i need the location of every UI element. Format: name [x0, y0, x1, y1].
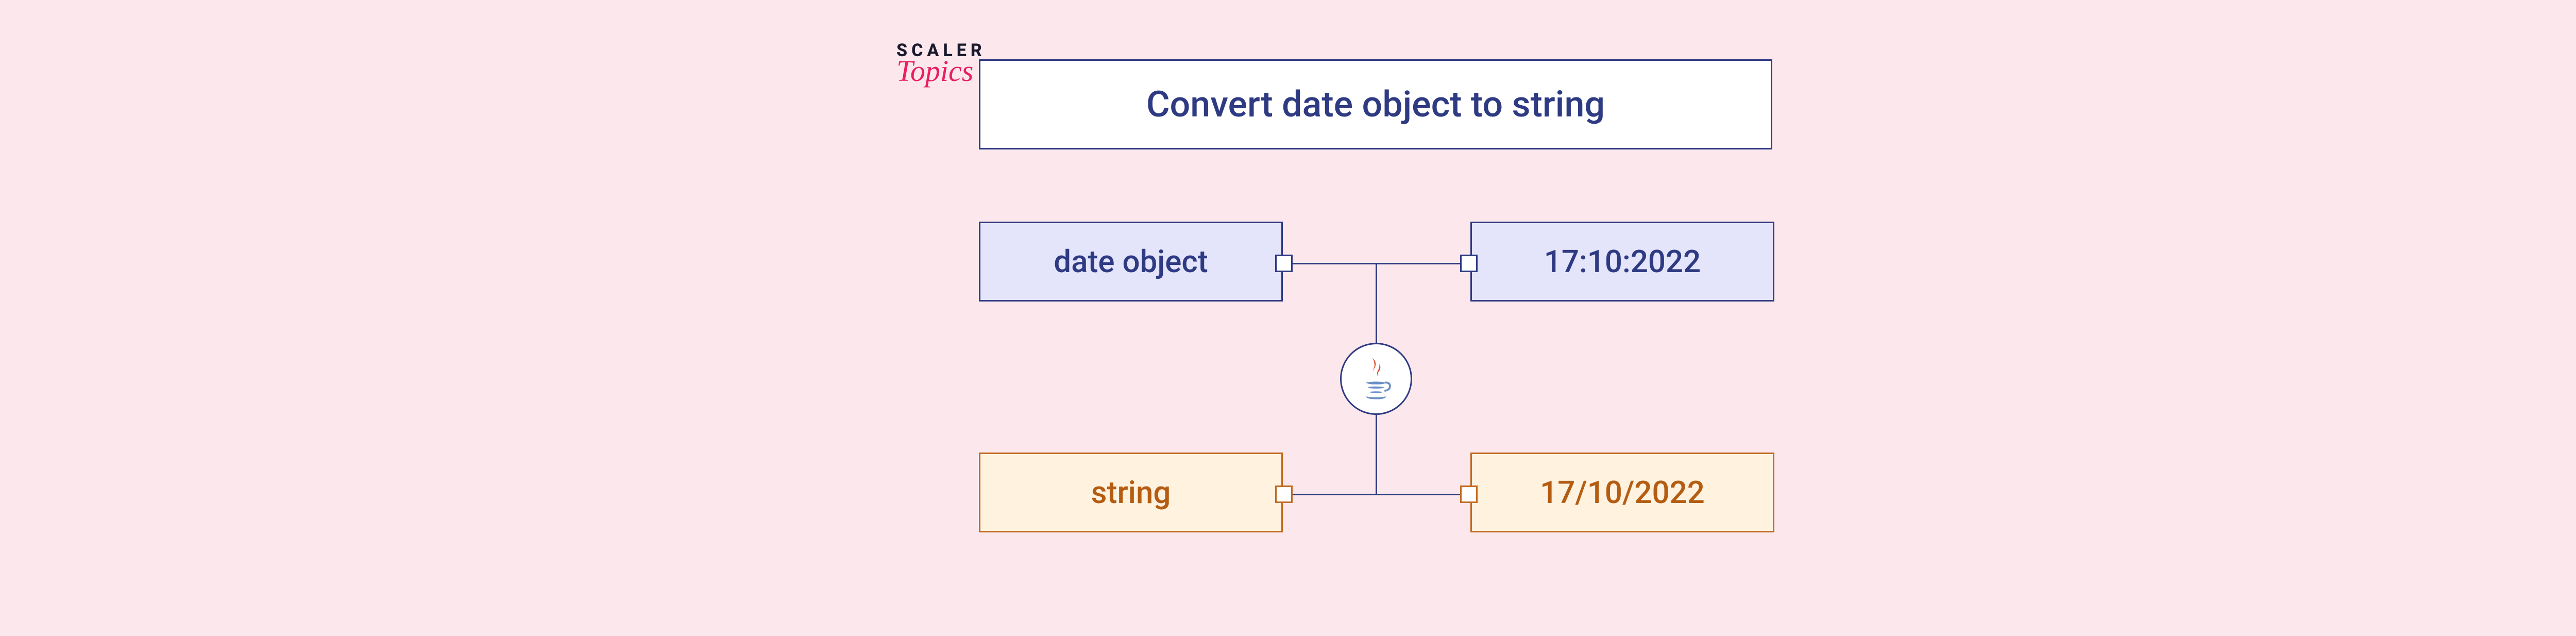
- string-label-box: string: [979, 453, 1283, 532]
- connector-port: [1275, 255, 1293, 272]
- java-icon-circle: [1340, 343, 1412, 415]
- date-object-value-box: 17:10:2022: [1470, 222, 1774, 302]
- diagram-title-text: Convert date object to string: [1146, 83, 1605, 126]
- java-icon: [1355, 356, 1397, 402]
- string-label-text: string: [1091, 474, 1171, 511]
- logo-topics-text: Topics: [896, 54, 986, 88]
- connector-port: [1275, 486, 1293, 503]
- scaler-topics-logo: SCALER Topics: [896, 40, 986, 88]
- string-value-box: 17/10/2022: [1470, 453, 1774, 532]
- date-object-label-text: date object: [1054, 243, 1208, 280]
- string-value-text: 17/10/2022: [1540, 474, 1705, 511]
- diagram-title-box: Convert date object to string: [979, 59, 1772, 149]
- diagram-canvas: SCALER Topics Convert date object to str…: [670, 0, 2421, 636]
- connector-port: [1460, 255, 1478, 272]
- date-object-value-text: 17:10:2022: [1544, 243, 1701, 280]
- date-object-label-box: date object: [979, 222, 1283, 302]
- connector-port: [1460, 486, 1478, 503]
